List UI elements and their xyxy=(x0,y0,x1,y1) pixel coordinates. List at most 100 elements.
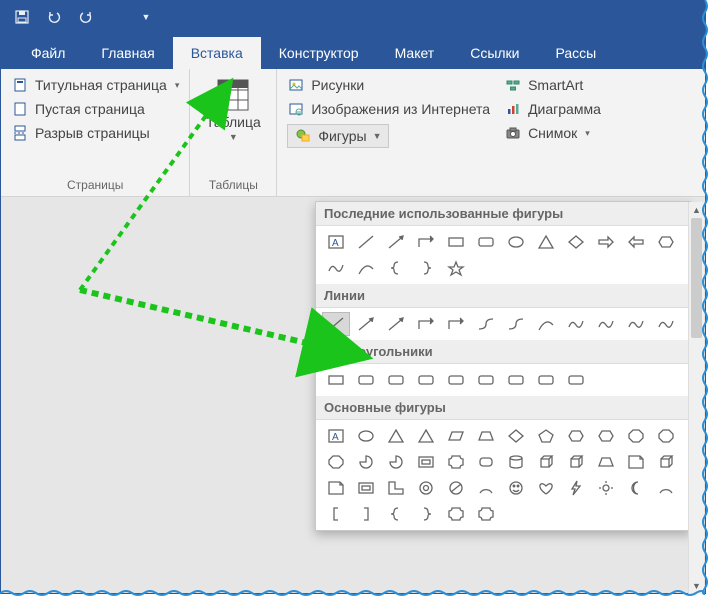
shape-cube[interactable] xyxy=(532,450,560,474)
shape-trapezoid[interactable] xyxy=(592,450,620,474)
shape-roundrect[interactable] xyxy=(562,368,590,392)
save-icon[interactable] xyxy=(13,8,31,26)
redo-icon[interactable] xyxy=(77,8,95,26)
shape-roundrect[interactable] xyxy=(472,230,500,254)
shape-brace1[interactable] xyxy=(382,502,410,526)
shape-triangle[interactable] xyxy=(382,424,410,448)
shape-hexagon[interactable] xyxy=(652,230,680,254)
shape-lightning[interactable] xyxy=(562,476,590,500)
tab-home[interactable]: Главная xyxy=(83,37,172,69)
shape-lineArrow[interactable] xyxy=(382,312,410,336)
shape-brace1[interactable] xyxy=(382,256,410,280)
cover-page-button[interactable]: Титульная страница▾ xyxy=(9,75,181,95)
shape-triangle[interactable] xyxy=(412,424,440,448)
shape-cube[interactable] xyxy=(652,450,680,474)
shape-arrowL[interactable] xyxy=(622,230,650,254)
shape-roundrect[interactable] xyxy=(382,368,410,392)
shape-freeform[interactable] xyxy=(322,256,350,280)
shape-pie[interactable] xyxy=(382,450,410,474)
shape-triangle[interactable] xyxy=(532,230,560,254)
shape-connector[interactable] xyxy=(472,312,500,336)
shape-arc[interactable] xyxy=(652,476,680,500)
shape-oval[interactable] xyxy=(352,424,380,448)
shape-smiley[interactable] xyxy=(502,476,530,500)
table-button[interactable]: Таблица ▼ xyxy=(198,73,268,142)
shape-curve[interactable] xyxy=(352,256,380,280)
tab-design[interactable]: Конструктор xyxy=(261,37,377,69)
shape-octagon[interactable] xyxy=(652,424,680,448)
shape-octagon[interactable] xyxy=(322,450,350,474)
shape-can[interactable] xyxy=(472,450,500,474)
shape-frame[interactable] xyxy=(412,450,440,474)
shape-foldedCorner[interactable] xyxy=(322,476,350,500)
shape-bracket2[interactable] xyxy=(352,502,380,526)
shape-freeform[interactable] xyxy=(622,312,650,336)
shape-plaque[interactable] xyxy=(472,502,500,526)
tab-references[interactable]: Ссылки xyxy=(452,37,537,69)
shape-arrowR[interactable] xyxy=(592,230,620,254)
shape-foldedCorner[interactable] xyxy=(622,450,650,474)
shape-freeform[interactable] xyxy=(562,312,590,336)
shape-roundrect[interactable] xyxy=(532,368,560,392)
shape-donut[interactable] xyxy=(412,476,440,500)
shape-hexagon[interactable] xyxy=(592,424,620,448)
shape-freeform[interactable] xyxy=(592,312,620,336)
screenshot-button[interactable]: Снимок▾ xyxy=(502,123,603,143)
shape-cylinder[interactable] xyxy=(502,450,530,474)
shape-curve[interactable] xyxy=(532,312,560,336)
shape-moon[interactable] xyxy=(622,476,650,500)
shape-plaque[interactable] xyxy=(442,502,470,526)
shape-connector[interactable] xyxy=(502,312,530,336)
shape-rect[interactable] xyxy=(442,230,470,254)
shape-arc[interactable] xyxy=(472,476,500,500)
shape-textbox[interactable]: A xyxy=(322,230,350,254)
scroll-up-icon[interactable]: ▲ xyxy=(689,202,704,218)
tab-insert[interactable]: Вставка xyxy=(173,37,261,69)
shape-parallelogram[interactable] xyxy=(442,424,470,448)
shape-freeform[interactable] xyxy=(652,312,680,336)
shape-lshape[interactable] xyxy=(382,476,410,500)
tab-mailings[interactable]: Рассы xyxy=(538,37,615,69)
shape-rect[interactable] xyxy=(322,368,350,392)
shape-oval[interactable] xyxy=(502,230,530,254)
shape-elbow[interactable] xyxy=(442,312,470,336)
shape-bracket1[interactable] xyxy=(322,502,350,526)
shape-elbow[interactable] xyxy=(412,230,440,254)
online-pictures-button[interactable]: Изображения из Интернета xyxy=(285,99,492,119)
shapes-button[interactable]: Фигуры ▼ xyxy=(287,124,388,148)
shape-diamond[interactable] xyxy=(562,230,590,254)
shape-pie[interactable] xyxy=(352,450,380,474)
shape-line[interactable] xyxy=(322,312,350,336)
shape-brace2[interactable] xyxy=(412,256,440,280)
shape-elbow[interactable] xyxy=(412,312,440,336)
shape-cube[interactable] xyxy=(562,450,590,474)
shape-star[interactable] xyxy=(442,256,470,280)
tab-file[interactable]: Файл xyxy=(13,37,83,69)
scroll-thumb[interactable] xyxy=(691,218,702,338)
shape-roundrect[interactable] xyxy=(442,368,470,392)
tab-layout[interactable]: Макет xyxy=(377,37,453,69)
shape-sun[interactable] xyxy=(592,476,620,500)
page-break-button[interactable]: Разрыв страницы xyxy=(9,123,181,143)
shape-octagon[interactable] xyxy=(622,424,650,448)
shape-noSymbol[interactable] xyxy=(442,476,470,500)
shape-lineArrow[interactable] xyxy=(382,230,410,254)
shape-roundrect[interactable] xyxy=(472,368,500,392)
shape-pentagon[interactable] xyxy=(532,424,560,448)
shape-roundrect[interactable] xyxy=(352,368,380,392)
scroll-down-icon[interactable]: ▼ xyxy=(689,578,704,594)
undo-icon[interactable] xyxy=(45,8,63,26)
pictures-button[interactable]: Рисунки xyxy=(285,75,492,95)
shape-diamond[interactable] xyxy=(502,424,530,448)
shape-line[interactable] xyxy=(352,230,380,254)
shape-brace2[interactable] xyxy=(412,502,440,526)
shape-plaque[interactable] xyxy=(442,450,470,474)
shape-trapezoid[interactable] xyxy=(472,424,500,448)
shape-lineArrow[interactable] xyxy=(352,312,380,336)
customize-qat-icon[interactable]: ▼ xyxy=(137,8,155,26)
shape-roundrect[interactable] xyxy=(502,368,530,392)
shape-textbox[interactable]: A xyxy=(322,424,350,448)
shape-hexagon[interactable] xyxy=(562,424,590,448)
dropdown-scrollbar[interactable]: ▲ ▼ xyxy=(688,202,704,594)
chart-button[interactable]: Диаграмма xyxy=(502,99,603,119)
